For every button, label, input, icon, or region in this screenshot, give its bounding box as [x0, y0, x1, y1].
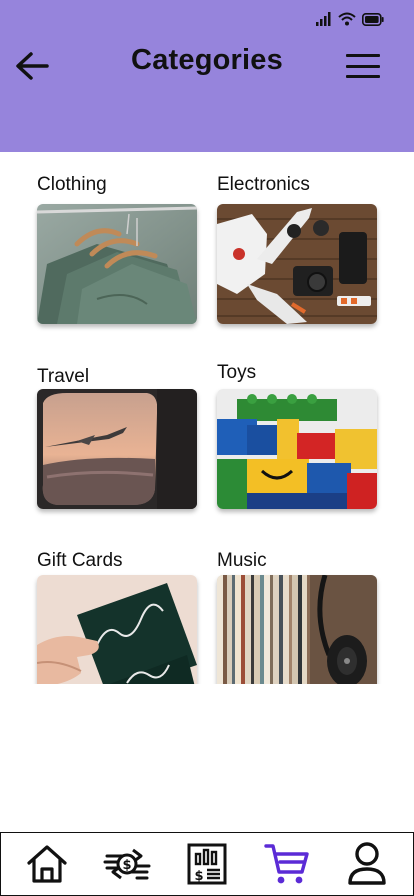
menu-line: [346, 54, 380, 57]
toys-image: [217, 389, 377, 509]
menu-line: [346, 64, 380, 68]
music-image: [217, 575, 377, 684]
category-label: Travel: [37, 366, 90, 387]
category-label: Music: [217, 550, 267, 571]
bottom-nav: $ $: [0, 832, 414, 896]
nav-bills[interactable]: $: [179, 836, 235, 892]
category-label: Clothing: [37, 174, 107, 195]
category-label: Toys: [217, 362, 257, 383]
svg-text:$: $: [122, 858, 131, 873]
category-card-gift-cards[interactable]: Gift Cards: [37, 548, 199, 684]
cellular-signal-icon: [316, 12, 331, 26]
status-bar: [316, 12, 384, 26]
menu-line: [346, 75, 380, 78]
category-card-toys[interactable]: Toys: [217, 362, 379, 510]
category-grid: Clothing Electronics Travel Toys Gift Ca…: [0, 152, 414, 684]
menu-button[interactable]: [346, 50, 380, 82]
category-card-electronics[interactable]: Electronics: [217, 174, 379, 326]
exchange-money-icon: $: [103, 848, 151, 880]
bills-icon: $: [187, 843, 227, 885]
svg-text:$: $: [194, 869, 203, 884]
category-card-music[interactable]: Music: [217, 548, 379, 684]
nav-cart[interactable]: [259, 836, 315, 892]
category-label: Gift Cards: [37, 550, 123, 571]
wifi-icon: [338, 12, 356, 26]
category-card-travel[interactable]: Travel: [37, 364, 199, 510]
category-card-clothing[interactable]: Clothing: [37, 174, 199, 326]
category-label: Electronics: [217, 174, 310, 195]
nav-exchange[interactable]: $: [99, 836, 155, 892]
electronics-image: [217, 204, 377, 324]
nav-profile[interactable]: [339, 836, 395, 892]
clothing-image: [37, 204, 197, 324]
travel-image: [37, 389, 197, 509]
battery-icon: [362, 12, 384, 26]
profile-icon: [348, 842, 386, 885]
gift-cards-image: [37, 575, 197, 684]
nav-home[interactable]: [19, 836, 75, 892]
app-header: Categories: [0, 0, 414, 152]
home-icon: [27, 845, 67, 883]
cart-icon: [264, 844, 309, 884]
